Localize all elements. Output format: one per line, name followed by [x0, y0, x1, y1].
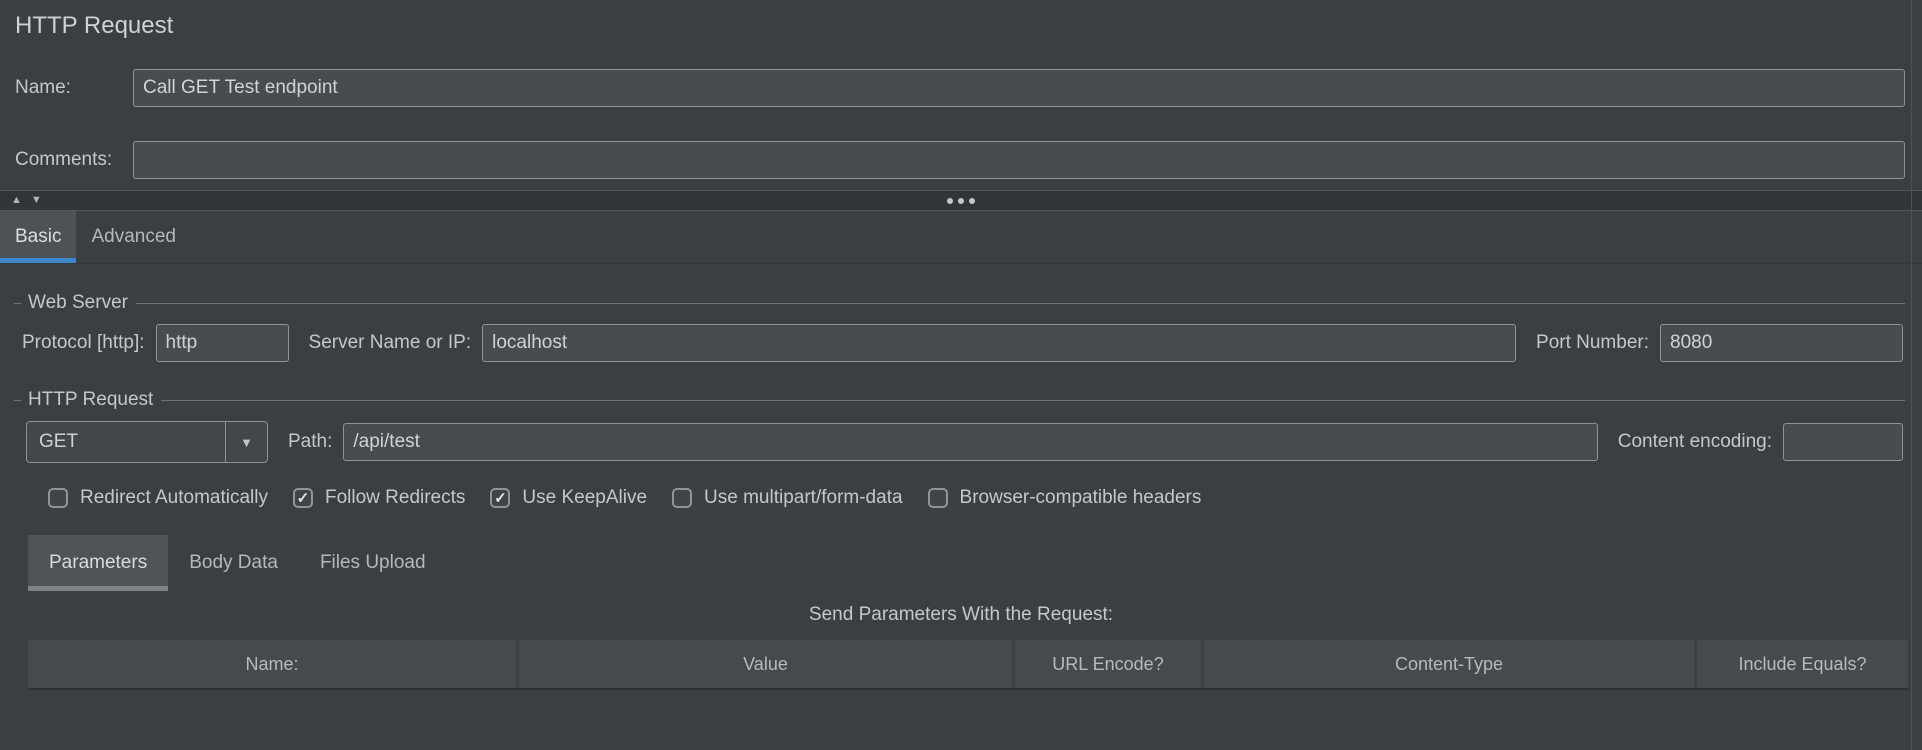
tab-body-data[interactable]: Body Data [168, 535, 299, 591]
checkbox-follow-redirects[interactable]: ✓ Follow Redirects [293, 487, 465, 509]
checkbox-checked-icon[interactable]: ✓ [490, 488, 510, 508]
comments-row: Comments: [15, 140, 1905, 180]
web-server-group-legend: Web Server [14, 292, 1905, 314]
checkbox-icon[interactable] [672, 488, 692, 508]
collapse-down-icon[interactable]: ▼ [31, 195, 42, 206]
port-number-label: Port Number: [1536, 332, 1649, 354]
http-request-row: GET ▼ Path: Content encoding: [26, 420, 1903, 464]
checkbox-checked-icon[interactable]: ✓ [293, 488, 313, 508]
comments-input[interactable] [133, 141, 1905, 179]
column-header-value: Value [519, 640, 1012, 688]
checkbox-browser-compatible-headers[interactable]: Browser-compatible headers [928, 487, 1202, 509]
http-request-group-legend: HTTP Request [14, 389, 1905, 411]
protocol-label: Protocol [http]: [22, 332, 145, 354]
checkbox-icon[interactable] [928, 488, 948, 508]
options-checkbox-row: Redirect Automatically ✓ Follow Redirect… [48, 483, 1201, 513]
column-header-name: Name: [28, 640, 516, 688]
tab-advanced[interactable]: Advanced [76, 211, 191, 263]
splitter-collapse-controls: ▲ ▼ [11, 191, 42, 210]
method-select[interactable]: GET ▼ [26, 421, 268, 463]
method-selected-value: GET [27, 431, 225, 453]
path-label: Path: [288, 431, 332, 453]
checkbox-redirect-automatically[interactable]: Redirect Automatically [48, 487, 268, 509]
content-encoding-label: Content encoding: [1618, 431, 1772, 453]
name-row: Name: [15, 68, 1905, 108]
column-header-content-type: Content-Type [1204, 640, 1694, 688]
tab-files-upload[interactable]: Files Upload [299, 535, 447, 591]
parameters-table-header: Name: Value URL Encode? Content-Type Inc… [28, 640, 1909, 690]
path-input[interactable] [343, 423, 1597, 461]
checkbox-use-multipart-form-data[interactable]: Use multipart/form-data [672, 487, 903, 509]
content-encoding-input[interactable] [1783, 423, 1903, 461]
collapse-up-icon[interactable]: ▲ [11, 195, 22, 206]
comments-label: Comments: [15, 149, 133, 171]
tab-parameters[interactable]: Parameters [28, 535, 168, 591]
name-input[interactable] [133, 69, 1905, 107]
web-server-row: Protocol [http]: Server Name or IP: Port… [22, 322, 1903, 364]
parameters-caption: Send Parameters With the Request: [0, 604, 1922, 626]
server-name-label: Server Name or IP: [309, 332, 472, 354]
main-tab-bar: Basic Advanced [0, 211, 1922, 264]
panel-right-edge-divider [1911, 0, 1912, 750]
checkbox-use-keepalive[interactable]: ✓ Use KeepAlive [490, 487, 647, 509]
column-header-include-equals: Include Equals? [1697, 640, 1908, 688]
body-tab-bar: Parameters Body Data Files Upload [28, 535, 447, 591]
protocol-input[interactable] [156, 324, 289, 362]
splitter-handle[interactable]: ▲ ▼ [0, 190, 1922, 211]
tab-basic[interactable]: Basic [0, 211, 76, 263]
name-label: Name: [15, 77, 133, 99]
splitter-grip-icon [947, 191, 975, 210]
server-name-input[interactable] [482, 324, 1516, 362]
chevron-down-icon: ▼ [225, 422, 267, 462]
page-title: HTTP Request [15, 12, 173, 40]
column-header-url-encode: URL Encode? [1015, 640, 1201, 688]
checkbox-icon[interactable] [48, 488, 68, 508]
port-number-input[interactable] [1660, 324, 1903, 362]
